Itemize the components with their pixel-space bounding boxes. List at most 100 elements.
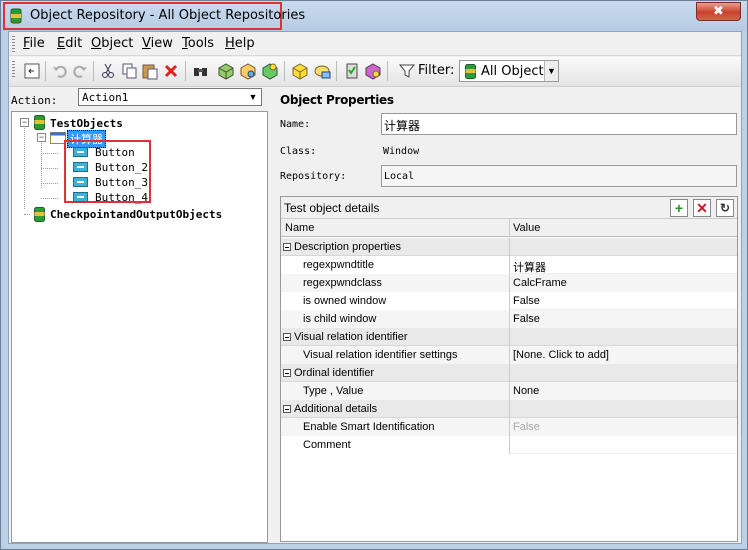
property-row[interactable]: regexpwndclass CalcFrame [281,274,737,292]
add-checkpoint-icon[interactable] [343,62,361,80]
property-value[interactable]: 计算器 [513,259,546,275]
redo-icon[interactable] [71,62,89,80]
menu-bar: File Edit Object View Tools Help [9,32,741,56]
tree-node-button[interactable]: Button [95,146,135,159]
menu-file[interactable]: File [23,36,45,51]
add-property-button[interactable]: + [670,199,688,217]
button-object-icon [73,192,88,202]
toolbar-separator [93,61,94,81]
property-row[interactable]: Enable Smart Identification False [281,418,737,436]
undo-icon[interactable] [51,62,69,80]
filter-dropdown[interactable]: All Object ▼ [459,60,559,82]
menu-tools[interactable]: Tools [182,36,214,51]
test-object-details: Test object details + ✕ ↻ Name Value Des… [280,196,738,542]
action-label: Action: [11,94,58,107]
tree-line [24,214,30,215]
tree-line [41,183,58,184]
cut-icon[interactable] [99,62,117,80]
repository-db-icon [34,207,45,222]
remove-property-button[interactable]: ✕ [693,199,711,217]
tree-node-checkpoint-objects[interactable]: CheckpointandOutputObjects [50,208,222,221]
property-value[interactable]: False [513,421,540,433]
column-header-value[interactable]: Value [513,222,540,234]
property-group-row[interactable]: Additional details [281,400,737,418]
tree-node-button-2[interactable]: Button_2 [95,161,148,174]
property-value[interactable]: False [513,313,540,325]
property-group-row[interactable]: Visual relation identifier [281,328,737,346]
delete-icon[interactable] [162,62,180,80]
button-object-icon [73,177,88,187]
grid-header-row: Name Value [281,219,737,237]
property-row[interactable]: Type , Value None [281,382,737,400]
button-object-icon [73,147,88,157]
group-label: Ordinal identifier [294,367,375,379]
property-name: Comment [303,439,351,451]
object-properties-panel: Object Properties Name: 计算器 Class: Windo… [277,88,741,543]
filter-icon[interactable] [398,62,416,80]
tree-node-button-4[interactable]: Button_4 [95,191,148,204]
collapse-group-icon[interactable] [283,243,291,251]
property-name: is child window [303,313,377,325]
close-button[interactable]: ✖ [696,2,741,21]
action-dropdown[interactable]: Action1 ▼ [78,88,262,106]
highlight-icon[interactable] [261,62,279,80]
property-value[interactable]: CalcFrame [513,277,567,289]
toolbar-separator [336,61,337,81]
title-bar[interactable]: Object Repository - All Object Repositor… [1,1,747,31]
associate-icon[interactable] [313,62,331,80]
paste-icon[interactable] [141,62,159,80]
toolbar-separator [45,61,46,81]
add-objects-icon[interactable] [217,62,235,80]
class-label: Class: [280,146,317,157]
menu-view[interactable]: View [142,36,173,51]
left-panel: Action: Action1 ▼ − TestObjects − 计算器 Bu… [9,88,271,543]
group-label: Visual relation identifier [294,331,408,343]
property-row[interactable]: Visual relation identifier settings [None… [281,346,737,364]
name-label: Name: [280,119,311,130]
find-icon[interactable] [192,62,210,80]
toolbar-separator [387,61,388,81]
collapse-toggle-icon[interactable]: − [20,118,29,127]
export-icon[interactable] [291,62,309,80]
filter-value: All Object [481,64,544,79]
menu-help[interactable]: Help [225,36,255,51]
tree-line [41,138,42,188]
properties-icon[interactable] [364,62,382,80]
refresh-icon[interactable]: ↻ [716,199,734,217]
property-row[interactable]: is child window False [281,310,737,328]
collapse-icon[interactable] [23,62,41,80]
property-row[interactable]: regexpwndtitle 计算器 [281,256,737,274]
property-row[interactable]: is owned window False [281,292,737,310]
chevron-down-icon[interactable]: ▼ [544,61,558,81]
object-spy-icon[interactable] [239,62,257,80]
tree-line [24,122,25,209]
menu-grip-icon[interactable] [12,36,15,52]
tree-node-testobjects[interactable]: TestObjects [50,117,123,130]
menu-edit[interactable]: Edit [57,36,82,51]
property-name: Visual relation identifier settings [303,349,458,361]
collapse-toggle-icon[interactable]: − [37,133,46,142]
property-group-row[interactable]: Ordinal identifier [281,364,737,382]
property-row[interactable]: Comment [281,436,737,454]
tree-line [41,153,58,154]
tree-node-button-3[interactable]: Button_3 [95,176,148,189]
property-value[interactable]: False [513,295,540,307]
collapse-group-icon[interactable] [283,405,291,413]
copy-icon[interactable] [120,62,138,80]
filter-label: Filter: [418,63,455,78]
chevron-down-icon[interactable]: ▼ [246,90,260,104]
collapse-group-icon[interactable] [283,369,291,377]
toolbar-separator [284,61,285,81]
details-title: Test object details [284,201,380,215]
object-tree[interactable]: − TestObjects − 计算器 Button Button_2 Butt… [11,111,268,543]
property-value[interactable]: None [513,385,539,397]
collapse-group-icon[interactable] [283,333,291,341]
group-label: Additional details [294,403,378,415]
column-header-name[interactable]: Name [285,222,314,234]
property-value[interactable]: [None. Click to add] [513,349,609,361]
property-name: Enable Smart Identification [303,421,435,433]
toolbar-grip-icon[interactable] [12,61,15,77]
name-field[interactable]: 计算器 [381,113,737,135]
menu-object[interactable]: Object [91,36,133,51]
property-group-row[interactable]: Description properties [281,238,737,256]
